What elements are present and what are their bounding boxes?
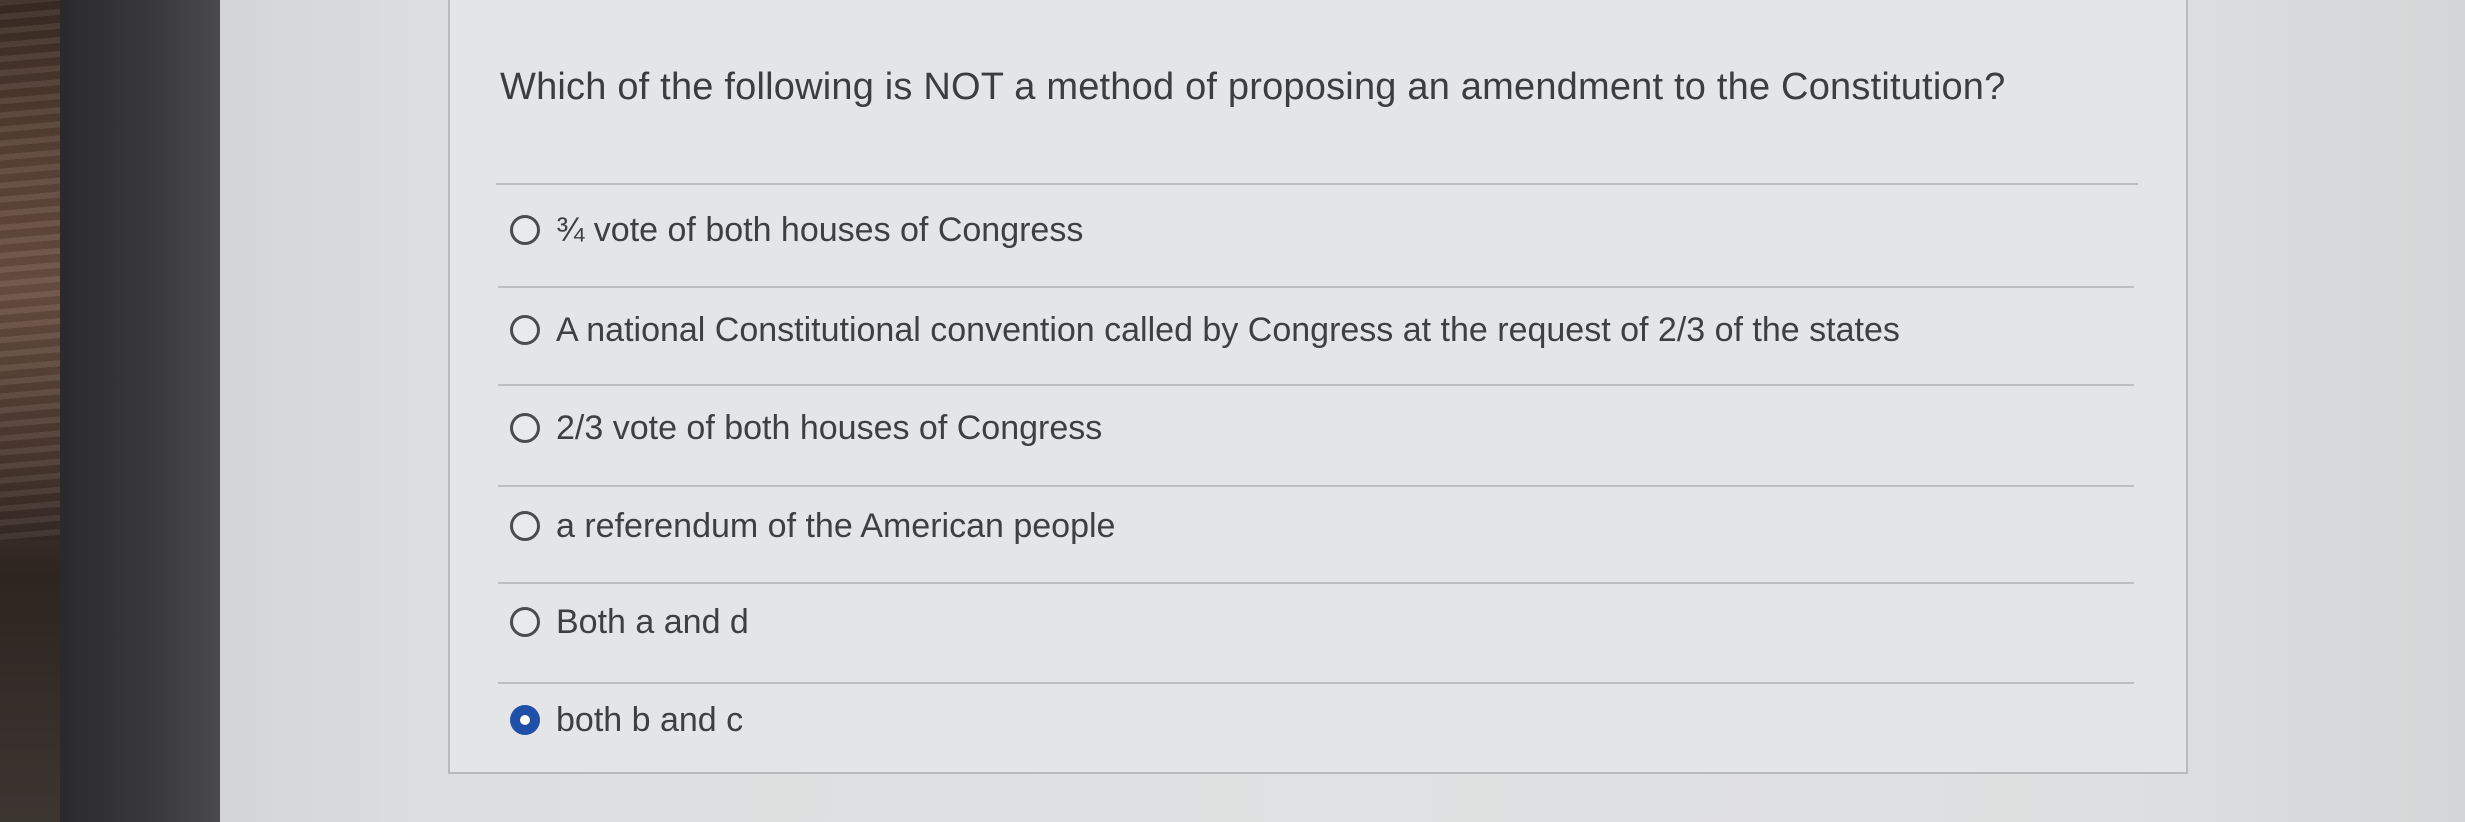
answer-option-4[interactable]: a referendum of the American people — [510, 501, 1115, 551]
option-divider — [498, 286, 2134, 288]
quiz-panel — [448, 0, 2188, 774]
monitor-bezel — [60, 0, 220, 822]
answer-option-label: A national Constitutional convention cal… — [556, 310, 1900, 349]
answer-option-label: Both a and d — [556, 602, 749, 641]
radio-selected-icon[interactable] — [510, 705, 540, 735]
question-divider — [496, 183, 2138, 185]
answer-option-label: ¾ vote of both houses of Congress — [556, 210, 1084, 249]
radio-unselected-icon[interactable] — [510, 607, 540, 637]
radio-unselected-icon[interactable] — [510, 215, 540, 245]
radio-unselected-icon[interactable] — [510, 511, 540, 541]
answer-option-5[interactable]: Both a and d — [510, 597, 749, 647]
option-divider — [498, 582, 2134, 584]
answer-option-label: 2/3 vote of both houses of Congress — [556, 408, 1103, 447]
answer-option-1[interactable]: ¾ vote of both houses of Congress — [510, 205, 1083, 255]
answer-option-3[interactable]: 2/3 vote of both houses of Congress — [510, 403, 1102, 453]
answer-option-2[interactable]: A national Constitutional convention cal… — [510, 305, 1900, 355]
option-divider — [498, 485, 2134, 487]
answer-option-label: both b and c — [556, 700, 744, 739]
radio-unselected-icon[interactable] — [510, 413, 540, 443]
desk-edge — [0, 0, 60, 822]
answer-option-6[interactable]: both b and c — [510, 695, 743, 745]
radio-unselected-icon[interactable] — [510, 315, 540, 345]
answer-option-label: a referendum of the American people — [556, 506, 1116, 545]
option-divider — [498, 682, 2134, 684]
option-divider — [498, 384, 2134, 386]
question-text: Which of the following is NOT a method o… — [500, 66, 2006, 108]
